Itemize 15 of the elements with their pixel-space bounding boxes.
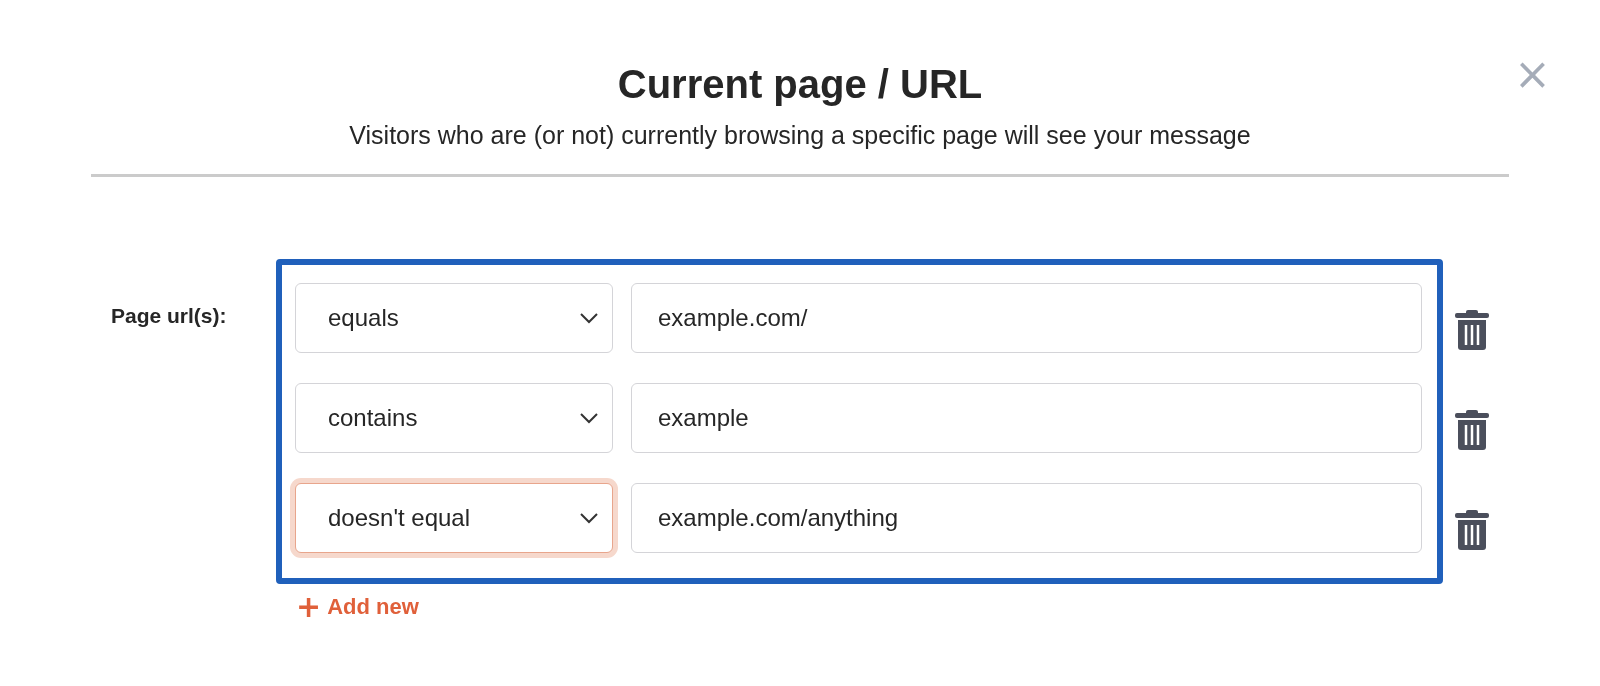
trash-icon[interactable] [1455, 510, 1489, 550]
field-label: Page url(s): [110, 303, 228, 329]
url-input-field[interactable]: example.com/anything [631, 483, 1422, 553]
chevron-down-icon [580, 312, 598, 324]
chevron-down-icon [580, 512, 598, 524]
operator-dropdown[interactable]: equals [295, 283, 613, 353]
url-input-field[interactable]: example.com/ [631, 283, 1422, 353]
dialog-subtitle: Visitors who are (or not) currently browsing a specific page will see your message [349, 121, 1251, 150]
trash-icon[interactable] [1455, 310, 1489, 350]
chevron-down-icon [580, 412, 598, 424]
operator-dropdown[interactable]: contains [295, 383, 613, 453]
dialog-title: Current page / URL [617, 62, 983, 107]
add-new-link[interactable]: + Add new [296, 592, 419, 622]
trash-icon[interactable] [1455, 410, 1489, 450]
url-input-field[interactable]: example [631, 383, 1422, 453]
